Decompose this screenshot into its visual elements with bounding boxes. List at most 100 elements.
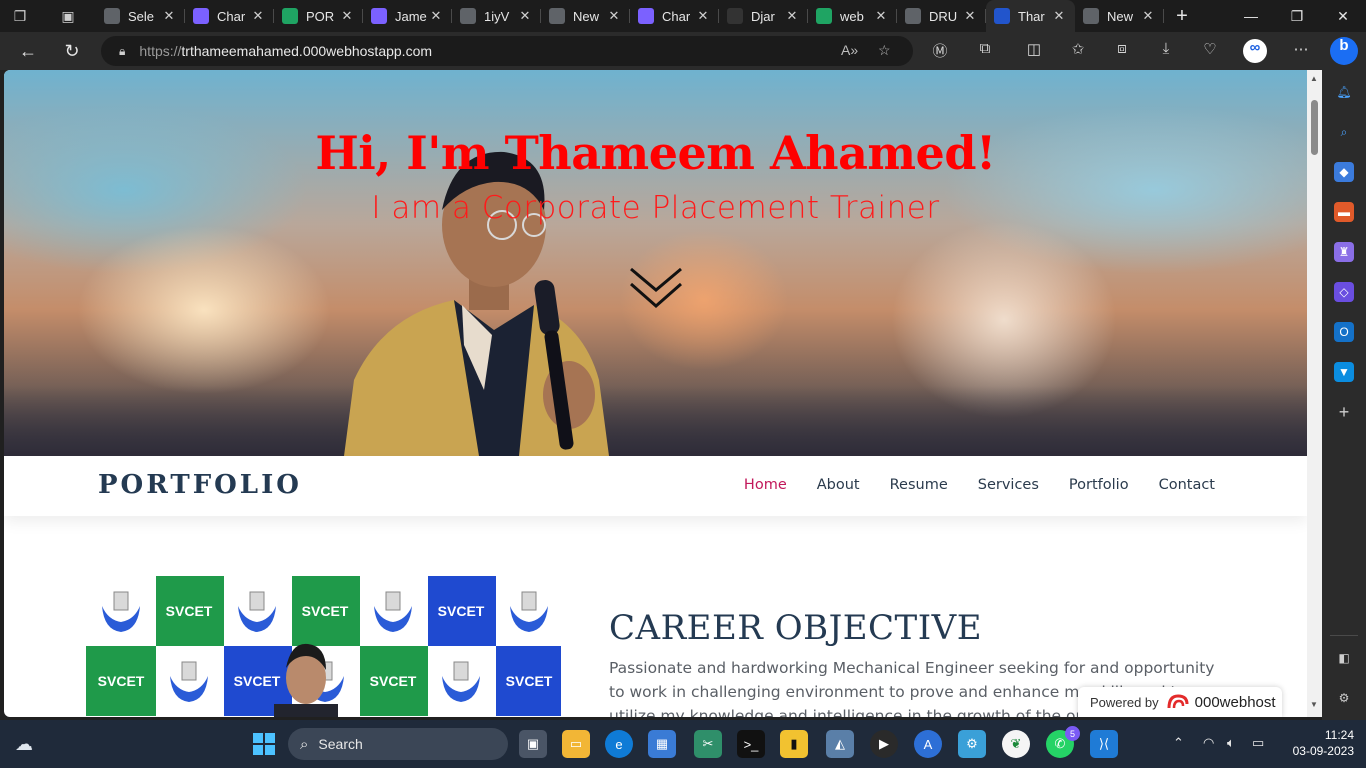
microsoft-store-icon[interactable]: ▦: [648, 730, 676, 758]
restore-icon[interactable]: ❐: [1274, 0, 1320, 32]
scroll-down-arrow-icon[interactable]: ▼: [1310, 700, 1318, 709]
snipping-tool-icon[interactable]: ✂: [694, 730, 722, 758]
browser-tab[interactable]: Char ✕: [630, 0, 719, 32]
close-tab-icon[interactable]: ✕: [695, 8, 711, 24]
site-brand[interactable]: PORTFOLIO: [98, 470, 302, 500]
close-tab-icon[interactable]: ✕: [339, 8, 355, 24]
profile-photo: SVCET SVCET SVCET SVCET SVCET SVCET SVCET: [86, 576, 561, 717]
split-screen-icon[interactable]: ◫: [1022, 40, 1046, 62]
notifications-bell-icon[interactable]: 🔔︎: [1334, 82, 1354, 102]
terminal-icon[interactable]: >_: [737, 730, 765, 758]
close-tab-icon[interactable]: ✕: [428, 8, 444, 24]
close-tab-icon[interactable]: ✕: [161, 8, 177, 24]
google-drive-icon: [282, 8, 298, 24]
window-controls: — ❐ ✕: [1228, 0, 1366, 32]
microsoft-365-icon[interactable]: ◇: [1334, 282, 1354, 302]
browser-tab[interactable]: 1iyV ✕: [452, 0, 541, 32]
tab-title: New: [573, 8, 600, 24]
wifi-icon[interactable]: ◠: [1203, 735, 1214, 751]
weather-cloud-icon[interactable]: ☁: [10, 730, 38, 758]
photos-icon[interactable]: ◭: [826, 730, 854, 758]
favorites-icon[interactable]: ✩: [1066, 40, 1090, 62]
taskbar-search[interactable]: ⌕ Search: [288, 728, 508, 760]
edge-browser-icon[interactable]: e: [605, 730, 633, 758]
browser-tab[interactable]: New ✕: [541, 0, 630, 32]
hide-sidebar-icon[interactable]: ◧: [1334, 648, 1354, 668]
volume-icon[interactable]: 🔈︎: [1227, 735, 1235, 751]
whatsapp-icon[interactable]: ✆ 5: [1046, 726, 1080, 758]
browser-essentials-icon[interactable]: ♡: [1198, 40, 1222, 62]
address-bar[interactable]: 🔒︎ https:// trthameemahamed.000webhostap…: [101, 36, 913, 66]
nav-about[interactable]: About: [817, 477, 860, 493]
lock-icon[interactable]: 🔒︎: [119, 44, 125, 59]
bing-copilot-icon[interactable]: b: [1330, 37, 1358, 65]
tray-overflow-icon[interactable]: ⌃: [1173, 735, 1184, 751]
task-view-icon[interactable]: ▣: [519, 730, 547, 758]
tab-actions-icon[interactable]: ▣: [40, 0, 96, 32]
drop-icon[interactable]: ▼: [1334, 362, 1354, 382]
nav-home[interactable]: Home: [744, 477, 787, 493]
file-explorer-icon[interactable]: ▭: [562, 730, 590, 758]
scrollbar-thumb[interactable]: [1311, 100, 1318, 155]
vscode-icon[interactable]: ⟩⟨: [1090, 730, 1118, 758]
close-tab-icon[interactable]: ✕: [1140, 8, 1156, 24]
browser-tab[interactable]: Char ✕: [185, 0, 274, 32]
workspaces-icon[interactable]: ❐: [0, 0, 40, 32]
scroll-down-chevron-icon[interactable]: [628, 266, 684, 312]
system-clock[interactable]: 11:24 03-09-2023: [1293, 727, 1354, 759]
svcet-logo-text: SVCET: [86, 646, 156, 716]
browser-tab[interactable]: DRU ✕: [897, 0, 986, 32]
minimize-icon[interactable]: —: [1228, 0, 1274, 32]
mongodb-icon[interactable]: ❦: [1002, 730, 1030, 758]
close-tab-icon[interactable]: ✕: [873, 8, 889, 24]
windows-start-icon[interactable]: [250, 730, 278, 758]
extensions-icon[interactable]: ⧉: [973, 40, 997, 62]
nav-services[interactable]: Services: [978, 477, 1039, 493]
media-player-icon[interactable]: ▶: [870, 730, 898, 758]
profile-avatar-icon[interactable]: ∞: [1243, 39, 1267, 63]
more-menu-icon[interactable]: ⋯: [1289, 40, 1313, 62]
favorite-star-icon[interactable]: ☆: [878, 42, 891, 59]
refresh-button[interactable]: ↻: [50, 32, 94, 70]
shopping-tag-icon[interactable]: ◆: [1334, 162, 1354, 182]
add-sidebar-app-icon[interactable]: +: [1334, 402, 1354, 422]
powered-by-badge[interactable]: Powered by 000webhost: [1078, 687, 1282, 717]
close-tab-icon[interactable]: ✕: [784, 8, 800, 24]
page-scrollbar[interactable]: ▲ ▼: [1307, 70, 1322, 717]
browser-tab[interactable]: Sele ✕: [96, 0, 185, 32]
close-tab-icon[interactable]: ✕: [250, 8, 266, 24]
power-bi-icon[interactable]: ▮: [780, 730, 808, 758]
sidebar-settings-icon[interactable]: ⚙: [1334, 688, 1354, 708]
close-tab-icon[interactable]: ✕: [1051, 8, 1067, 24]
browser-tab[interactable]: New ✕: [1075, 0, 1164, 32]
battery-icon[interactable]: ▭: [1252, 735, 1264, 751]
close-window-icon[interactable]: ✕: [1320, 0, 1366, 32]
scroll-up-arrow-icon[interactable]: ▲: [1310, 74, 1318, 83]
extension-m-icon[interactable]: Ⓜ: [928, 40, 952, 62]
outlook-icon[interactable]: O: [1334, 322, 1354, 342]
close-tab-icon[interactable]: ✕: [606, 8, 622, 24]
search-icon[interactable]: ⌕: [1334, 122, 1354, 142]
collections-icon[interactable]: ⧈: [1110, 40, 1134, 62]
back-button[interactable]: ←: [6, 32, 50, 70]
powered-by-label: Powered by: [1090, 694, 1159, 710]
career-objective-title: CAREER OBJECTIVE: [609, 608, 983, 648]
college-crest-hands-icon: [222, 576, 292, 646]
browser-tab[interactable]: POR ✕: [274, 0, 363, 32]
tools-briefcase-icon[interactable]: ▬: [1334, 202, 1354, 222]
close-tab-icon[interactable]: ✕: [962, 8, 978, 24]
nav-resume[interactable]: Resume: [890, 477, 948, 493]
read-aloud-icon[interactable]: A»: [841, 42, 858, 58]
downloads-icon[interactable]: ⤓: [1154, 40, 1178, 62]
anaconda-icon[interactable]: A: [914, 730, 942, 758]
browser-tab[interactable]: Jame ✕: [363, 0, 452, 32]
control-panel-icon[interactable]: ⚙: [958, 730, 986, 758]
browser-tab[interactable]: Djar ✕: [719, 0, 808, 32]
nav-contact[interactable]: Contact: [1159, 477, 1215, 493]
close-tab-icon[interactable]: ✕: [517, 8, 533, 24]
nav-portfolio[interactable]: Portfolio: [1069, 477, 1129, 493]
games-icon[interactable]: ♜: [1334, 242, 1354, 262]
browser-tab[interactable]: web ✕: [808, 0, 897, 32]
new-tab-button[interactable]: +: [1164, 5, 1200, 28]
browser-tab[interactable]: Thar ✕: [986, 0, 1075, 32]
